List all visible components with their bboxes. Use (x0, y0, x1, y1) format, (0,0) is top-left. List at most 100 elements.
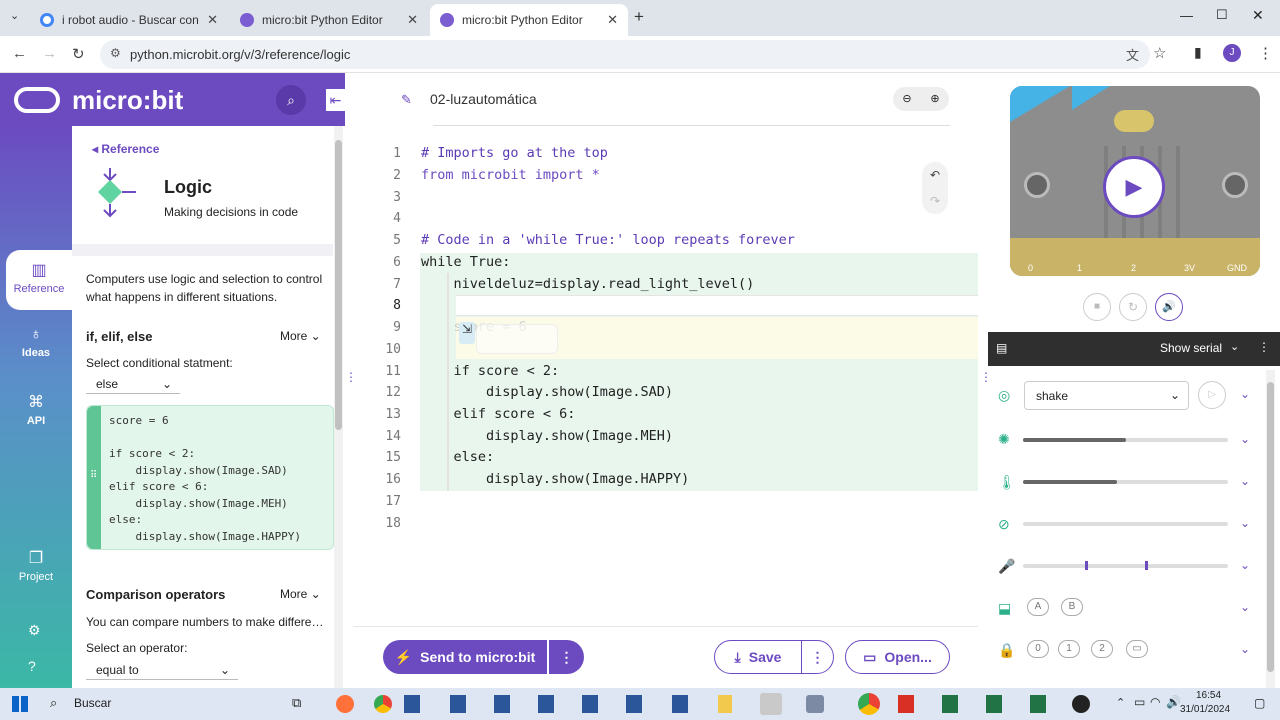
side-panel-icon[interactable]: ▮ (1194, 44, 1202, 61)
maximize-icon[interactable]: ☐ (1216, 7, 1228, 23)
project-name[interactable]: 02-luzautomática (430, 91, 537, 107)
conditional-select[interactable]: else ⌄ (86, 374, 180, 394)
address-bar[interactable]: ⚙ python.microbit.org/v/3/reference/logi… (100, 40, 1150, 69)
button-a-icon[interactable] (1024, 172, 1050, 198)
sound-level-slider[interactable] (1023, 564, 1228, 568)
word-icon[interactable] (404, 695, 420, 713)
notification-icon[interactable]: ▢ (1254, 696, 1265, 710)
chevron-down-icon[interactable]: ⌄ (1240, 474, 1250, 488)
sim-button-b[interactable]: B (1061, 598, 1083, 616)
windows-start-icon[interactable] (12, 696, 28, 712)
browser-tab-editor-1[interactable]: micro:bit Python Editor ✕ (230, 4, 428, 36)
app-icon[interactable] (760, 693, 782, 715)
open-button[interactable]: ▭ Open... (845, 640, 950, 674)
stop-button[interactable]: ■ (1083, 293, 1111, 321)
code-line[interactable]: niveldeluz=display.read_light_level() (421, 276, 755, 292)
collapse-sidebar-icon[interactable]: ⇤ (326, 89, 345, 111)
chrome-icon[interactable] (858, 693, 880, 715)
back-reference-link[interactable]: ◂ Reference (92, 142, 159, 156)
taskbar-search[interactable]: Buscar (74, 696, 111, 710)
back-icon[interactable]: ← (12, 45, 27, 62)
settings-icon[interactable]: ⚙ (28, 622, 41, 639)
nav-api[interactable]: ⌘ API (0, 392, 72, 427)
chevron-down-icon[interactable]: ⌄ (1240, 387, 1250, 401)
browser-tab-editor-2[interactable]: micro:bit Python Editor ✕ (430, 4, 628, 36)
undo-button[interactable]: ↶ (922, 162, 948, 188)
wifi-icon[interactable]: ◠ (1150, 695, 1160, 709)
excel-icon[interactable] (986, 695, 1002, 713)
close-tab-icon[interactable]: ✕ (607, 12, 618, 28)
nav-ideas[interactable]: ♁ Ideas (0, 326, 72, 359)
code-line[interactable]: from microbit import * (421, 167, 600, 183)
code-line[interactable]: display.show(Image.SAD) (421, 384, 673, 400)
clock-time[interactable]: 16:54 (1196, 690, 1221, 701)
chevron-down-icon[interactable]: ⌄ (1240, 432, 1250, 446)
sim-button-a[interactable]: A (1027, 598, 1049, 616)
more-dropdown[interactable]: More ⌄ (280, 587, 321, 601)
excel-icon[interactable] (1030, 695, 1046, 713)
word-icon[interactable] (672, 695, 688, 713)
touch-pin-0[interactable]: 0 (1027, 640, 1049, 658)
button-b-icon[interactable] (1222, 172, 1248, 198)
chevron-down-icon[interactable]: ⌄ (1240, 642, 1250, 656)
serial-bar[interactable]: ▤ Show serial ⌄ ⋮ (988, 332, 1280, 366)
notes-icon[interactable] (718, 695, 732, 713)
save-more-button[interactable]: ⋮ (801, 640, 834, 674)
excel-icon[interactable] (942, 695, 958, 713)
code-line[interactable]: else: (421, 449, 495, 465)
nav-project[interactable]: ❐ Project (0, 548, 72, 583)
operator-select[interactable]: equal to ⌄ (86, 660, 238, 680)
forward-icon[interactable]: → (42, 45, 57, 62)
search-icon[interactable]: ⌕ (276, 85, 306, 115)
menu-icon[interactable]: ⋮ (1258, 44, 1273, 62)
compass-slider[interactable] (1023, 522, 1228, 526)
help-icon[interactable]: ? (28, 658, 36, 674)
code-line[interactable]: display.show(Image.HAPPY) (421, 471, 689, 487)
word-icon[interactable] (538, 695, 554, 713)
new-tab-icon[interactable]: + (634, 7, 644, 27)
code-line[interactable]: elif score < 6: (421, 406, 576, 422)
serial-menu-icon[interactable]: ⋮ (1258, 340, 1270, 354)
taskview-icon[interactable]: ⧉ (292, 695, 301, 711)
search-icon[interactable]: ⌕ (50, 695, 57, 711)
clock-date[interactable]: 31/01/2024 (1180, 704, 1230, 715)
scrollbar-thumb[interactable] (1267, 382, 1274, 672)
zoom-in-button[interactable]: ⊕ (921, 87, 949, 111)
code-line[interactable]: while True: (421, 254, 510, 270)
chevron-down-icon[interactable]: ⌄ (1240, 516, 1250, 530)
code-line[interactable]: display.show(Image.MEH) (421, 428, 673, 444)
touch-logo-icon[interactable]: ▭ (1126, 640, 1148, 658)
firefox-icon[interactable] (336, 695, 354, 713)
code-line[interactable]: # Code in a 'while True:' loop repeats f… (421, 232, 795, 248)
nav-reference[interactable]: ▥ Reference (6, 250, 72, 310)
send-gesture-button[interactable]: ▷ (1198, 381, 1226, 409)
drag-handle-icon[interactable]: ⠿ (90, 470, 97, 481)
profile-avatar[interactable]: J (1223, 44, 1241, 62)
zoom-out-button[interactable]: ⊖ (893, 87, 921, 111)
sound-threshold-marker[interactable] (1145, 561, 1148, 570)
close-tab-icon[interactable]: ✕ (407, 12, 418, 28)
close-tab-icon[interactable]: ✕ (207, 12, 218, 28)
word-icon[interactable] (450, 695, 466, 713)
browser-tab-search[interactable]: i robot audio - Buscar con Goo ✕ (30, 4, 228, 36)
light-slider[interactable] (1023, 438, 1228, 442)
word-icon[interactable] (582, 695, 598, 713)
restart-button[interactable]: ↻ (1119, 293, 1147, 321)
sound-threshold-marker[interactable] (1085, 561, 1088, 570)
chevron-down-icon[interactable]: ⌄ (1240, 558, 1250, 572)
more-dropdown[interactable]: More ⌄ (280, 329, 321, 343)
translate-icon[interactable]: 文 (1126, 45, 1139, 64)
play-button[interactable]: ▶ (1103, 156, 1165, 218)
touch-pin-1[interactable]: 1 (1058, 640, 1080, 658)
word-icon[interactable] (494, 695, 510, 713)
minimize-icon[interactable]: — (1180, 8, 1193, 23)
scrollbar-thumb[interactable] (335, 140, 342, 430)
gesture-select[interactable]: shake ⌄ (1024, 381, 1189, 410)
code-line[interactable]: if score < 2: (421, 363, 560, 379)
tray-chevron-icon[interactable]: ⌃ (1116, 696, 1125, 709)
chrome-icon[interactable] (374, 695, 392, 713)
send-to-microbit-button[interactable]: ⚡ Send to micro:bit (383, 640, 547, 674)
save-button[interactable]: ⤓ Save (714, 640, 802, 674)
reload-icon[interactable]: ↻ (72, 45, 85, 63)
word-icon[interactable] (626, 695, 642, 713)
